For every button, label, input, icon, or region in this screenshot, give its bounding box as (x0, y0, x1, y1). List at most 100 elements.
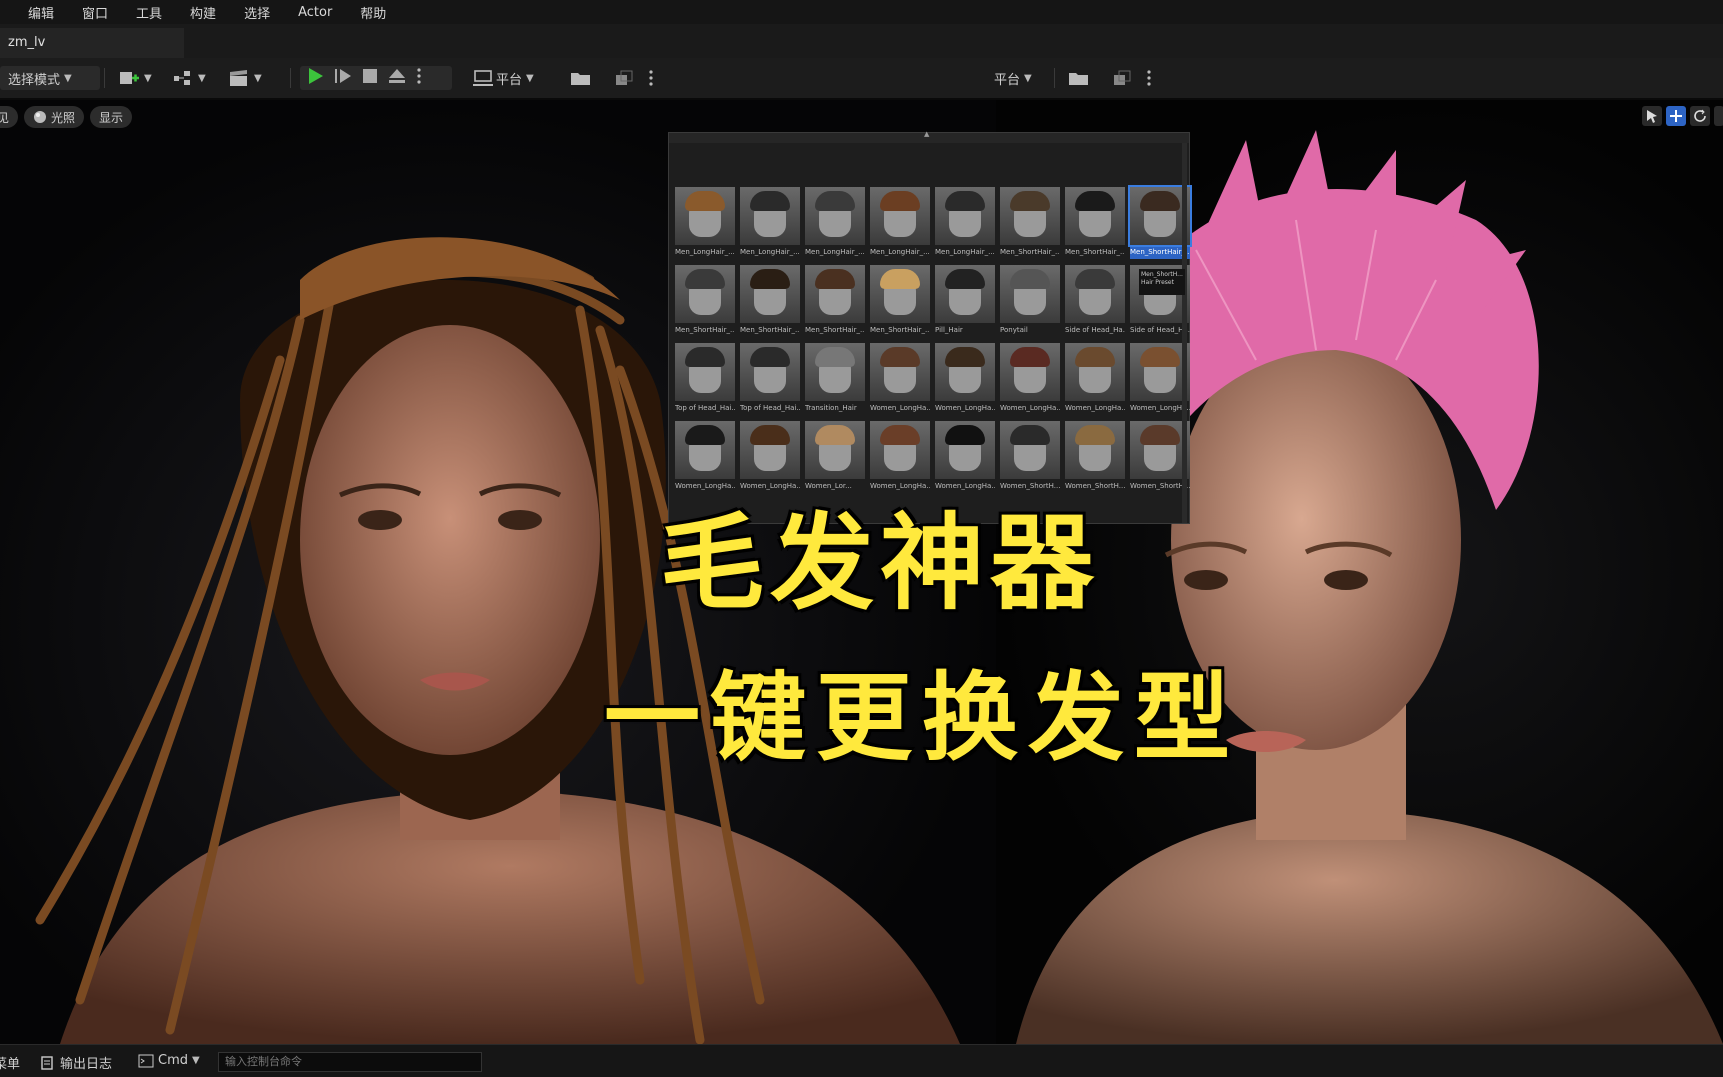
play-button[interactable] (306, 67, 324, 89)
stop-button[interactable] (362, 68, 378, 88)
hair-preset-thumbnail[interactable]: Women_LongHa... (870, 343, 930, 417)
hair-preset-thumbnail[interactable]: Women_ShortH... (1000, 421, 1060, 495)
chevron-down-icon: ▼ (1024, 72, 1032, 84)
scale-tool-button[interactable] (1714, 106, 1723, 126)
menu-actor[interactable]: Actor (298, 5, 332, 20)
move-tool-button[interactable] (1666, 106, 1686, 126)
more-options-button[interactable] (416, 67, 422, 89)
hair-preset-thumbnail[interactable]: Men_ShortHair_... (1000, 187, 1060, 261)
select-tool-button[interactable] (1642, 106, 1662, 126)
advance-frame-button[interactable] (334, 67, 352, 89)
hair-preset-thumbnail[interactable]: Women_LongHa... (740, 421, 800, 495)
menu-edit[interactable]: 编辑 (28, 3, 54, 22)
cmd-dropdown[interactable]: Cmd ▼ (138, 1053, 200, 1068)
hair-preset-thumbnail[interactable]: Women_LongHa... (935, 421, 995, 495)
hair-preset-thumbnail[interactable]: Men_ShortHair_... (675, 265, 735, 339)
content-folder-button-right[interactable] (1068, 66, 1090, 90)
hair-preset-thumbnail[interactable]: Top of Head_Hai... (740, 343, 800, 417)
blueprint-icon (174, 71, 190, 85)
lighting-mode-button[interactable]: 光照 (24, 106, 85, 128)
content-drawer-button[interactable]: 菜单 (0, 1053, 20, 1072)
hair-preset-label: Men_ShortHair_... (1000, 248, 1060, 256)
hair-preset-thumbnail[interactable]: Side of Head_Ha... (1065, 265, 1125, 339)
hair-preset-thumbnail[interactable]: Men_LongHair_... (740, 187, 800, 261)
hair-preset-thumbnail[interactable]: Women_LongHa... (1000, 343, 1060, 417)
hair-preset-label: Women_LongHa... (935, 404, 995, 412)
content-folder-button[interactable] (570, 66, 592, 90)
kebab-icon (417, 68, 421, 84)
hair-preview-image (675, 187, 735, 245)
mode-select-button[interactable]: 选择模式 ▼ (0, 66, 100, 90)
console-input[interactable]: 输入控制台命令 (218, 1052, 482, 1072)
hair-shape (1075, 191, 1115, 211)
hair-preset-thumbnail[interactable]: Top of Head_Hai... (675, 343, 735, 417)
hair-preview-image (1000, 343, 1060, 401)
hair-shape (880, 347, 920, 367)
hair-shape (1140, 347, 1180, 367)
move-arrows-icon (1670, 110, 1682, 122)
menu-window[interactable]: 窗口 (82, 3, 108, 22)
menu-select[interactable]: 选择 (244, 3, 270, 22)
hair-preset-thumbnail[interactable]: Men_ShortHair_... (870, 265, 930, 339)
hair-preset-thumbnail[interactable]: Women_LongHa... (1130, 343, 1190, 417)
hair-preset-label: Women_ShortH... (1065, 482, 1125, 490)
platform-button[interactable]: 平台 ▼ (472, 66, 534, 90)
hair-preview-image (675, 265, 735, 323)
layers-icon (1114, 70, 1131, 85)
hair-preview-image (1065, 343, 1125, 401)
hair-preset-thumbnail[interactable]: Women_LongHa... (935, 343, 995, 417)
add-cube-icon (120, 72, 139, 84)
blueprint-button[interactable]: ▼ (172, 66, 206, 90)
toolbar-more-button-right[interactable] (1146, 66, 1152, 90)
menu-help[interactable]: 帮助 (360, 3, 386, 22)
source-control-button[interactable] (614, 66, 634, 90)
play-controls (300, 66, 452, 90)
hair-preview-image (870, 343, 930, 401)
hair-preset-label: Women_LongHa... (1000, 404, 1060, 412)
hair-preset-thumbnail[interactable]: Women_Lor... (805, 421, 865, 495)
hair-shape (750, 269, 790, 289)
toolbar-divider (1054, 68, 1055, 88)
hair-preset-thumbnail[interactable]: Women_LongHa... (1065, 343, 1125, 417)
hair-preset-thumbnail[interactable]: Ponytail (1000, 265, 1060, 339)
chevron-down-icon: ▼ (526, 72, 534, 84)
hair-preset-thumbnail[interactable]: Men_ShortHair_... (805, 265, 865, 339)
hair-shape (685, 347, 725, 367)
eject-button[interactable] (388, 68, 406, 88)
hair-preset-label: Men_LongHair_... (870, 248, 930, 256)
toolbar-more-button[interactable] (648, 66, 654, 90)
hair-preset-label: Women_Lor... (805, 482, 852, 490)
rotate-tool-button[interactable] (1690, 106, 1710, 126)
menu-tools[interactable]: 工具 (136, 3, 162, 22)
hair-preset-thumbnail[interactable]: Men_LongHair_... (870, 187, 930, 261)
hair-preset-thumbnail[interactable]: Women_LongHa... (675, 421, 735, 495)
hair-shape (750, 191, 790, 211)
hair-preset-thumbnail[interactable]: Men_LongHair_... (935, 187, 995, 261)
hair-preset-thumbnail[interactable]: Men_ShortHair_... (1128, 185, 1192, 261)
hair-preset-thumbnail[interactable]: Men_ShortHair_... (1065, 187, 1125, 261)
menu-build[interactable]: 构建 (190, 3, 216, 22)
tab-level[interactable]: zm_lv (0, 28, 184, 58)
hair-preset-label: Women_LongHa... (870, 404, 930, 412)
hair-preset-thumbnail[interactable]: Women_LongHa... (870, 421, 930, 495)
hair-preset-thumbnail[interactable]: Women_ShortH... (1065, 421, 1125, 495)
show-flags-button[interactable]: 显示 (90, 106, 133, 128)
hair-preset-thumbnail[interactable]: Pill_Hair (935, 265, 995, 339)
hair-preview-image (1130, 343, 1190, 401)
sphere-icon (34, 111, 46, 123)
hair-preset-thumbnail[interactable]: Transition_Hair (805, 343, 865, 417)
cinematics-button[interactable]: ▼ (228, 66, 262, 90)
hair-preset-thumbnail[interactable]: Men_LongHair_... (805, 187, 865, 261)
hair-preview-image (805, 343, 865, 401)
platform-button-right[interactable]: 平台 ▼ (994, 66, 1032, 90)
add-actor-button[interactable]: ▼ (118, 66, 152, 90)
output-log-button[interactable]: 输出日志 (40, 1053, 112, 1072)
panel-scrollbar[interactable] (1182, 143, 1187, 523)
terminal-icon (138, 1054, 154, 1067)
hair-preset-thumbnail[interactable]: Men_ShortHair_... (740, 265, 800, 339)
hair-preset-thumbnail[interactable]: Women_ShortH... (1130, 421, 1190, 495)
hair-preview-image (870, 421, 930, 479)
source-control-button-right[interactable] (1112, 66, 1132, 90)
collapse-caret-icon[interactable]: ▲ (924, 130, 929, 138)
hair-preset-thumbnail[interactable]: Men_LongHair_... (675, 187, 735, 261)
